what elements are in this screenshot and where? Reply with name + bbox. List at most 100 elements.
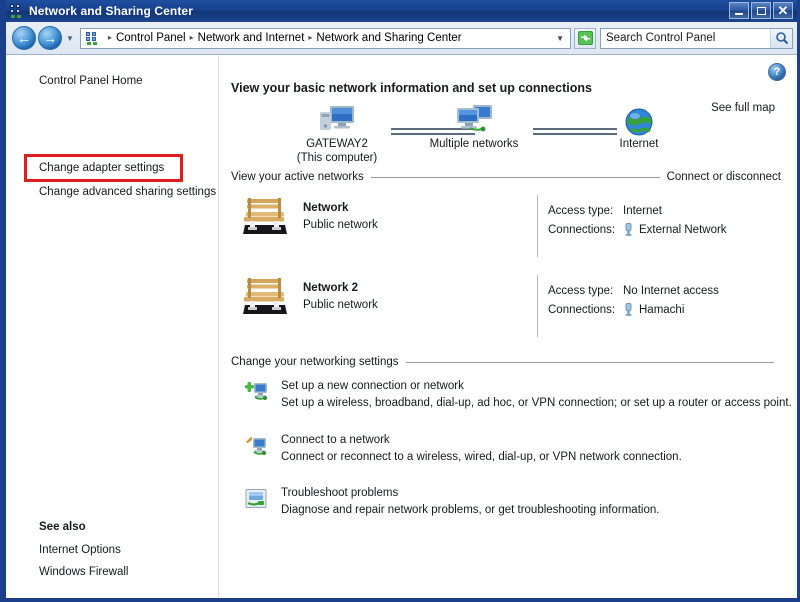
see-also-internet-options[interactable]: Internet Options bbox=[39, 544, 121, 556]
address-toolbar: ← → ▼ ▸ Control Panel ▸ Network and Inte… bbox=[6, 22, 797, 55]
sidebar-item-change-adapter-settings[interactable]: Change adapter settings bbox=[39, 162, 164, 174]
close-button[interactable]: ✕ bbox=[773, 2, 793, 19]
task-description: Set up a wireless, broadband, dial-up, a… bbox=[281, 397, 792, 409]
connections-row: Connections: Hamachi bbox=[548, 300, 719, 319]
title-bar: Network and Sharing Center ✕ bbox=[6, 0, 797, 22]
help-icon: ? bbox=[773, 65, 781, 78]
window-title: Network and Sharing Center bbox=[29, 4, 193, 18]
row-divider bbox=[537, 275, 538, 337]
breadcrumb-network-and-internet[interactable]: Network and Internet bbox=[198, 32, 305, 44]
back-button[interactable]: ← bbox=[12, 26, 36, 50]
connections-label: Connections: bbox=[548, 223, 616, 236]
network-details: Access type: Internet Connections: Exter… bbox=[548, 201, 727, 239]
connect-network-icon bbox=[245, 435, 269, 457]
network-sharing-icon bbox=[9, 3, 25, 19]
access-type-row: Access type: No Internet access bbox=[548, 281, 719, 300]
row-divider bbox=[537, 195, 538, 257]
refresh-button[interactable] bbox=[574, 27, 596, 49]
see-full-map-link[interactable]: See full map bbox=[711, 102, 775, 114]
task-set-up-new-connection[interactable]: Set up a new connection or network Set u… bbox=[245, 380, 792, 409]
network-identity[interactable]: Network 2 Public network bbox=[239, 273, 378, 319]
sidebar: Control Panel Home Change adapter settin… bbox=[6, 55, 219, 598]
task-title[interactable]: Troubleshoot problems bbox=[281, 487, 781, 499]
close-icon: ✕ bbox=[777, 2, 789, 18]
navigation-arrows: ← → ▼ bbox=[12, 26, 74, 50]
access-type-row: Access type: Internet bbox=[548, 201, 727, 220]
active-networks-heading: View your active networks bbox=[231, 171, 364, 183]
network-adapter-icon bbox=[623, 303, 634, 316]
content-area: Control Panel Home Change adapter settin… bbox=[6, 55, 797, 598]
task-title[interactable]: Connect to a network bbox=[281, 434, 781, 446]
header-rule bbox=[405, 361, 774, 363]
map-node-multiple-networks[interactable]: Multiple networks bbox=[414, 101, 534, 151]
task-description: Diagnose and repair network problems, or… bbox=[281, 504, 660, 516]
connections-row: Connections: External Network bbox=[548, 220, 727, 239]
map-node-internet[interactable]: Internet bbox=[579, 101, 699, 151]
network-name: Network 2 bbox=[303, 281, 358, 294]
active-networks-header: View your active networks Connect or dis… bbox=[231, 171, 781, 183]
refresh-icon bbox=[577, 31, 593, 45]
access-type-value: No Internet access bbox=[623, 284, 719, 297]
window-controls: ✕ bbox=[729, 2, 793, 19]
breadcrumb-network-and-sharing-center[interactable]: Network and Sharing Center bbox=[316, 32, 461, 44]
network-names: Network 2 Public network bbox=[303, 282, 378, 311]
back-arrow-icon: ← bbox=[17, 30, 31, 46]
search-icon bbox=[775, 32, 788, 45]
networking-settings-header: Change your networking settings bbox=[231, 356, 781, 368]
computer-icon bbox=[277, 101, 397, 137]
see-also-windows-firewall[interactable]: Windows Firewall bbox=[39, 566, 128, 578]
network-details: Access type: No Internet access Connecti… bbox=[548, 281, 719, 319]
troubleshoot-icon bbox=[245, 488, 269, 510]
search-button[interactable] bbox=[770, 28, 792, 48]
connections-value[interactable]: External Network bbox=[639, 224, 727, 236]
address-dropdown-icon[interactable]: ▼ bbox=[556, 34, 568, 43]
minimize-button[interactable] bbox=[729, 2, 749, 19]
map-node-name: GATEWAY2 bbox=[306, 138, 368, 150]
page-title: View your basic network information and … bbox=[231, 81, 592, 95]
connect-or-disconnect-link[interactable]: Connect or disconnect bbox=[667, 171, 781, 183]
network-type: Public network bbox=[303, 218, 378, 231]
connections-value[interactable]: Hamachi bbox=[639, 304, 684, 316]
help-button[interactable]: ? bbox=[768, 63, 786, 81]
search-input[interactable]: Search Control Panel bbox=[601, 32, 770, 44]
task-connect-to-network[interactable]: Connect to a network Connect or reconnec… bbox=[245, 434, 781, 463]
task-troubleshoot-problems[interactable]: Troubleshoot problems Diagnose and repai… bbox=[245, 487, 781, 516]
sidebar-item-control-panel-home[interactable]: Control Panel Home bbox=[39, 75, 143, 87]
map-node-name: Internet bbox=[619, 138, 659, 150]
breadcrumb-separator-0[interactable]: ▸ bbox=[108, 34, 112, 42]
history-dropdown-icon[interactable]: ▼ bbox=[66, 34, 74, 43]
network-name: Network bbox=[303, 201, 349, 214]
access-type-value: Internet bbox=[623, 204, 662, 217]
task-description: Connect or reconnect to a wireless, wire… bbox=[281, 451, 682, 463]
see-also-heading: See also bbox=[39, 521, 86, 533]
active-network-row[interactable]: Network 2 Public network Access type: No… bbox=[231, 273, 781, 341]
globe-icon bbox=[579, 101, 699, 137]
task-title[interactable]: Set up a new connection or network bbox=[281, 380, 781, 392]
maximize-button[interactable] bbox=[751, 2, 771, 19]
network-identity[interactable]: Network Public network bbox=[239, 193, 378, 239]
forward-button[interactable]: → bbox=[38, 26, 62, 50]
network-map: GATEWAY2 (This computer) Multiple networ… bbox=[259, 101, 709, 171]
address-bar[interactable]: ▸ Control Panel ▸ Network and Internet ▸… bbox=[79, 27, 571, 49]
network-breadcrumb-icon bbox=[85, 31, 100, 46]
connections-label: Connections: bbox=[548, 303, 616, 316]
active-network-row[interactable]: Network Public network Access type: Inte… bbox=[231, 193, 781, 261]
access-type-label: Access type: bbox=[548, 284, 614, 297]
breadcrumb-control-panel[interactable]: Control Panel bbox=[116, 32, 186, 44]
main-panel: ? View your basic network information an… bbox=[219, 55, 797, 598]
forward-arrow-icon: → bbox=[43, 30, 57, 46]
header-rule bbox=[370, 176, 660, 178]
breadcrumb-separator-2[interactable]: ▸ bbox=[308, 34, 312, 42]
network-names: Network Public network bbox=[303, 202, 378, 231]
public-network-bench-icon bbox=[239, 193, 291, 239]
new-connection-icon bbox=[245, 381, 269, 403]
breadcrumb-separator-1[interactable]: ▸ bbox=[190, 34, 194, 42]
search-box[interactable]: Search Control Panel bbox=[600, 27, 793, 49]
access-type-label: Access type: bbox=[548, 204, 614, 217]
map-node-this-computer[interactable]: GATEWAY2 (This computer) bbox=[277, 101, 397, 165]
sidebar-item-change-advanced-sharing-settings[interactable]: Change advanced sharing settings bbox=[39, 186, 216, 198]
multiple-networks-icon bbox=[414, 101, 534, 137]
public-network-bench-icon bbox=[239, 273, 291, 319]
map-node-subname: (This computer) bbox=[296, 152, 378, 164]
network-adapter-icon bbox=[623, 223, 634, 236]
